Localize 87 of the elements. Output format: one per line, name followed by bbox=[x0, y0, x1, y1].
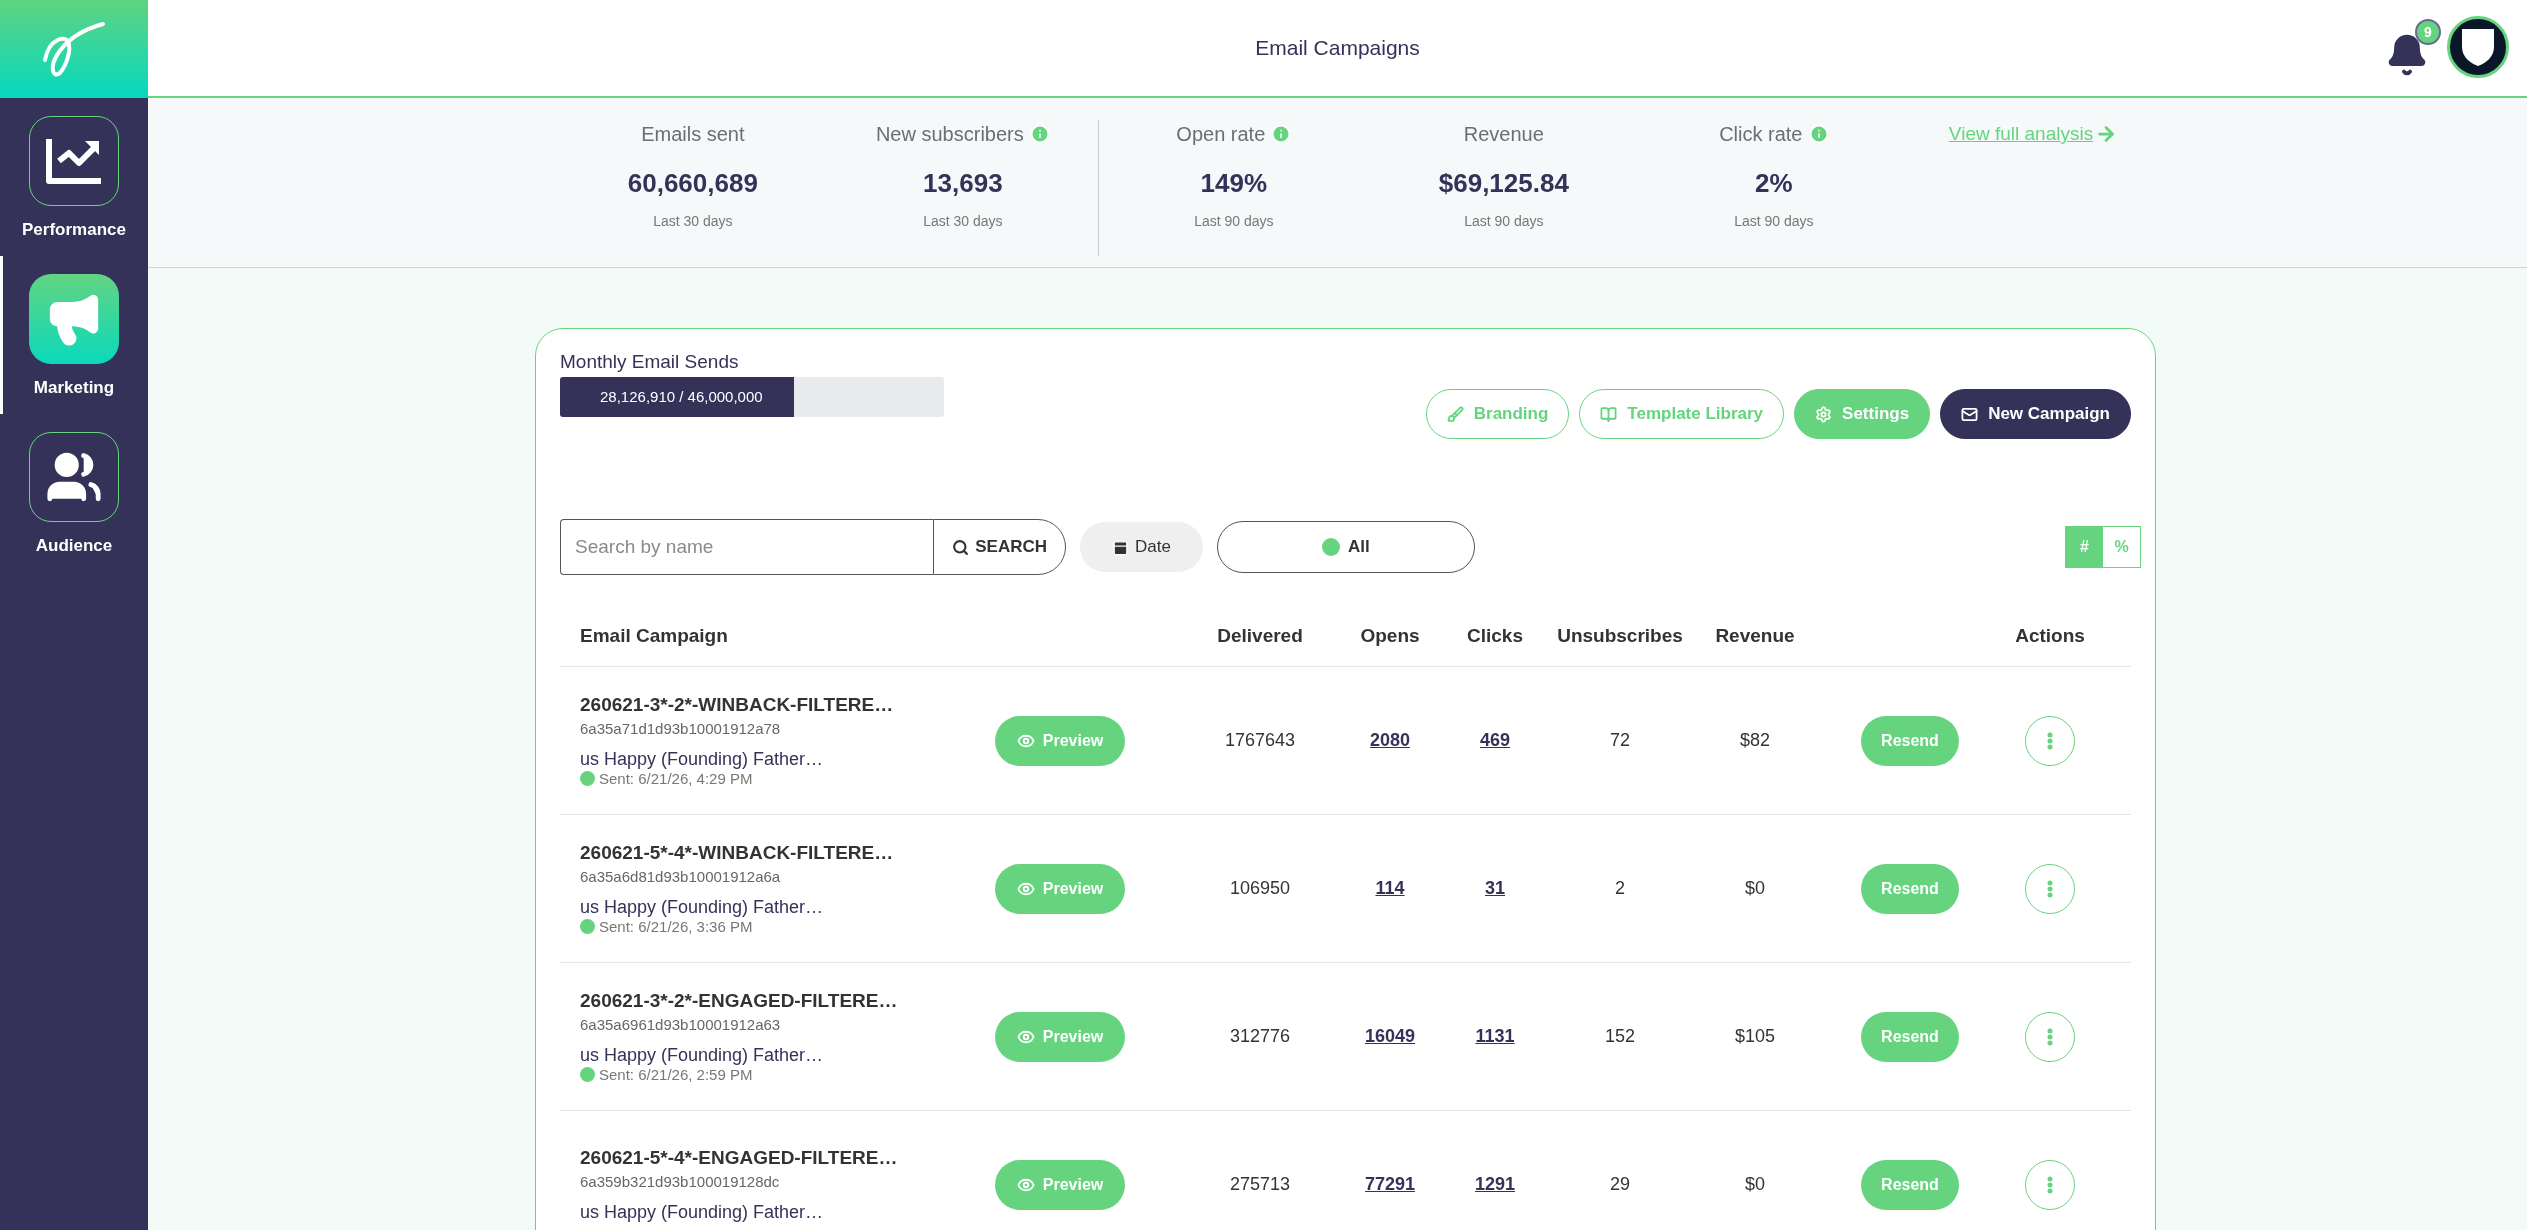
page-title: Email Campaigns bbox=[1255, 36, 1420, 60]
campaign-id: 6a359b321d93b100019128dc bbox=[580, 1172, 781, 1190]
campaign-name: 260621-3*-2*-WINBACK-FILTERE… bbox=[580, 694, 895, 716]
clicks-link[interactable]: 31 bbox=[1440, 878, 1550, 899]
kebab-icon bbox=[2047, 1175, 2053, 1194]
more-button[interactable] bbox=[2025, 1159, 2075, 1210]
clicks-link[interactable]: 1131 bbox=[1440, 1026, 1550, 1047]
date-filter[interactable]: Date bbox=[1080, 522, 1203, 572]
unsubscribes-value: 2 bbox=[1614, 878, 1626, 899]
info-icon[interactable] bbox=[1271, 124, 1292, 144]
campaign-id: 6a35a6961d93b10001912a63 bbox=[580, 1016, 782, 1033]
stat-label: New subscribers bbox=[875, 122, 1024, 146]
calendar-icon bbox=[1112, 538, 1129, 556]
sent-time: Sent: 6/21/26, 4:29 PM bbox=[599, 770, 753, 787]
clicks-link[interactable]: 1291 bbox=[1440, 1174, 1550, 1195]
column-header: Clicks bbox=[1466, 624, 1524, 647]
sent-time: Sent: 6/21/26, 3:36 PM bbox=[599, 918, 753, 935]
info-icon[interactable] bbox=[1029, 124, 1050, 144]
stat-period: Last 30 days bbox=[923, 213, 1003, 229]
campaign-name: 260621-5*-4*-ENGAGED-FILTERE… bbox=[580, 1146, 899, 1169]
revenue-value: $0 bbox=[1744, 878, 1766, 899]
brush-icon bbox=[1446, 405, 1464, 423]
search-button[interactable]: SEARCH bbox=[933, 519, 1066, 575]
opens-link[interactable]: 114 bbox=[1340, 878, 1440, 899]
stat-period: Last 30 days bbox=[653, 213, 733, 229]
stat-label: Click rate bbox=[1719, 122, 1803, 146]
sends-reading: 28,126,910 / 46,000,000 bbox=[600, 387, 763, 407]
kebab-icon bbox=[2047, 879, 2053, 898]
campaign-subject: us Happy (Founding) Father… bbox=[580, 749, 825, 770]
column-header: Delivered bbox=[1216, 624, 1304, 647]
revenue-value: $0 bbox=[1744, 1174, 1766, 1195]
stat-value: 149% bbox=[1200, 168, 1268, 199]
column-header: Unsubscribes bbox=[1556, 624, 1684, 647]
more-button[interactable] bbox=[2025, 715, 2075, 766]
sidebar-item[interactable]: Audience bbox=[0, 414, 148, 572]
campaign-id: 6a35a71d1d93b10001912a78 bbox=[580, 720, 782, 737]
kebab-icon bbox=[2047, 1027, 2053, 1046]
delivered-value: 275713 bbox=[1228, 1174, 1292, 1195]
clicks-link[interactable]: 469 bbox=[1440, 730, 1550, 751]
campaign-subject: us Happy (Founding) Father… bbox=[580, 1045, 825, 1066]
sidebar-item[interactable]: Performance bbox=[0, 98, 148, 256]
info-icon[interactable] bbox=[1808, 124, 1829, 144]
delivered-value: 312776 bbox=[1228, 1026, 1292, 1047]
stat-label: Emails sent bbox=[641, 122, 745, 146]
campaign-subject: us Happy (Founding) Father… bbox=[580, 897, 825, 918]
opens-link[interactable]: 16049 bbox=[1340, 1026, 1440, 1047]
campaign-id: 6a35a6d81d93b10001912a6a bbox=[580, 868, 782, 885]
chart-icon bbox=[45, 137, 103, 185]
unsubscribes-value: 29 bbox=[1609, 1174, 1631, 1195]
column-header: Revenue bbox=[1714, 624, 1796, 647]
stat-label: Revenue bbox=[1463, 122, 1544, 146]
unsubscribes-value: 72 bbox=[1609, 730, 1631, 751]
opens-link[interactable]: 77291 bbox=[1340, 1174, 1440, 1195]
mail-icon bbox=[1961, 405, 1979, 423]
search-icon bbox=[952, 538, 970, 556]
sidebar-item[interactable]: Marketing bbox=[0, 256, 148, 414]
stat-period: Last 90 days bbox=[1734, 213, 1814, 229]
revenue-value: $105 bbox=[1733, 1026, 1776, 1047]
stat-period: Last 90 days bbox=[1464, 213, 1544, 229]
kebab-icon bbox=[2047, 731, 2053, 750]
delivered-value: 1767643 bbox=[1223, 730, 1297, 751]
more-button[interactable] bbox=[2025, 863, 2075, 914]
search-field[interactable]: Search by name bbox=[560, 519, 934, 575]
opens-link[interactable]: 2080 bbox=[1340, 730, 1440, 751]
unsubscribes-value: 152 bbox=[1603, 1026, 1636, 1047]
settings-icon bbox=[1815, 405, 1833, 423]
stat-value: 13,693 bbox=[923, 168, 1003, 199]
book-icon bbox=[1600, 405, 1618, 423]
stat-value: $69,125.84 bbox=[1438, 168, 1569, 199]
notification-count: 9 bbox=[2415, 19, 2441, 45]
stat-value: 2% bbox=[1755, 168, 1793, 199]
status-filter[interactable]: All bbox=[1216, 521, 1475, 573]
stat-label: Open rate bbox=[1176, 122, 1266, 146]
campaign-name: 260621-5*-4*-WINBACK-FILTERE… bbox=[580, 842, 895, 864]
revenue-value: $82 bbox=[1738, 730, 1771, 751]
campaign-subject: us Happy (Founding) Father… bbox=[580, 1201, 825, 1223]
delivered-value: 106950 bbox=[1228, 878, 1292, 899]
sent-time: Sent: 6/21/26, 2:59 PM bbox=[599, 1066, 753, 1083]
toolbar-button[interactable]: New Campaign bbox=[1940, 389, 2131, 439]
sends-title: Monthly Email Sends bbox=[560, 351, 740, 373]
column-header: Email Campaign bbox=[579, 624, 729, 647]
column-header: Actions bbox=[2014, 624, 2086, 647]
more-button[interactable] bbox=[2025, 1011, 2075, 1062]
stat-value: 60,660,689 bbox=[627, 168, 758, 199]
campaign-name: 260621-3*-2*-ENGAGED-FILTERE… bbox=[580, 990, 899, 1012]
column-header: Opens bbox=[1359, 624, 1421, 647]
stat-period: Last 90 days bbox=[1194, 213, 1274, 229]
